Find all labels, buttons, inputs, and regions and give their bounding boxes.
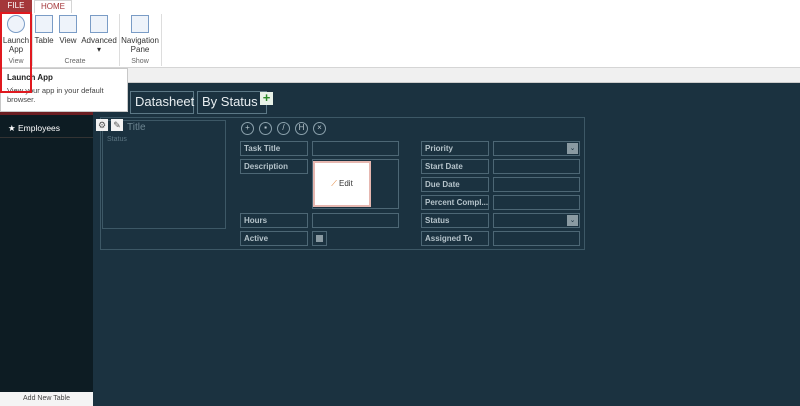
add-new-table-button[interactable]: Add New Table	[0, 392, 93, 406]
label-priority: Priority	[421, 141, 489, 156]
add-icon[interactable]: +	[241, 122, 254, 135]
due-date-field[interactable]	[493, 177, 580, 192]
advanced-label: Advanced	[81, 36, 117, 45]
view-icon	[59, 15, 77, 33]
status-dropdown[interactable]: ⌄	[493, 213, 580, 228]
group-show-label: Show	[131, 58, 149, 65]
divider	[161, 14, 162, 66]
gear-icon[interactable]: ⚙	[96, 119, 108, 131]
advanced-button[interactable]: Advanced ▾	[81, 15, 117, 54]
navigation-pane-button[interactable]: Navigation Pane	[121, 15, 159, 54]
chevron-down-icon: ▾	[96, 45, 101, 54]
list-title: Title	[127, 122, 146, 133]
navigation-pane	[0, 112, 93, 406]
nav-item-label: Employees	[17, 123, 61, 133]
task-title-field[interactable]	[312, 141, 399, 156]
tab-file[interactable]: FILE	[0, 0, 32, 12]
start-date-field[interactable]	[493, 159, 580, 174]
assigned-to-field[interactable]	[493, 231, 580, 246]
label-active: Active	[240, 231, 308, 246]
tab-home[interactable]: HOME	[34, 0, 72, 13]
edit-popup-button[interactable]: ⟋ Edit	[313, 161, 371, 207]
advanced-icon	[90, 15, 108, 33]
cancel-icon[interactable]: ×	[313, 122, 326, 135]
chevron-down-icon: ⌄	[567, 215, 578, 226]
label-task-title: Task Title	[240, 141, 308, 156]
table-label: Table	[34, 36, 54, 45]
label-percent-complete: Percent Compl...	[421, 195, 489, 210]
label-hours: Hours	[240, 213, 308, 228]
view-label: View	[59, 36, 77, 45]
edit-icon: ⟋	[331, 179, 340, 188]
group-create-label: Create	[64, 58, 86, 65]
edit-label: Edit	[339, 179, 353, 188]
save-icon[interactable]: H	[295, 122, 308, 135]
chevron-down-icon: ⌄	[567, 143, 578, 154]
tab-datasheet[interactable]: Datasheet	[130, 91, 194, 114]
divider	[119, 14, 120, 66]
label-assigned-to: Assigned To	[421, 231, 489, 246]
format-icon[interactable]: ✎	[111, 119, 123, 131]
tab-by-status[interactable]: By Status	[197, 91, 267, 114]
table-button[interactable]: Table	[33, 15, 55, 45]
add-view-button[interactable]: +	[260, 91, 273, 105]
percent-complete-field[interactable]	[493, 195, 580, 210]
star-icon: ★	[8, 123, 18, 133]
nav-item-employees[interactable]: ★ Employees	[0, 118, 93, 138]
navigation-pane-icon	[131, 15, 149, 33]
table-icon	[35, 15, 53, 33]
delete-icon[interactable]: ▪	[259, 122, 272, 135]
label-due-date: Due Date	[421, 177, 489, 192]
list-subtitle: Status	[107, 136, 127, 143]
navigation-pane-label: Navigation Pane	[121, 36, 159, 54]
label-description: Description	[240, 159, 308, 174]
ribbon	[0, 0, 800, 68]
highlight-box	[0, 12, 32, 93]
label-status: Status	[421, 213, 489, 228]
priority-dropdown[interactable]: ⌄	[493, 141, 580, 156]
view-button[interactable]: View	[58, 15, 78, 45]
label-start-date: Start Date	[421, 159, 489, 174]
edit-icon[interactable]: /	[277, 122, 290, 135]
hours-field[interactable]	[312, 213, 399, 228]
active-checkbox[interactable]	[312, 231, 327, 246]
